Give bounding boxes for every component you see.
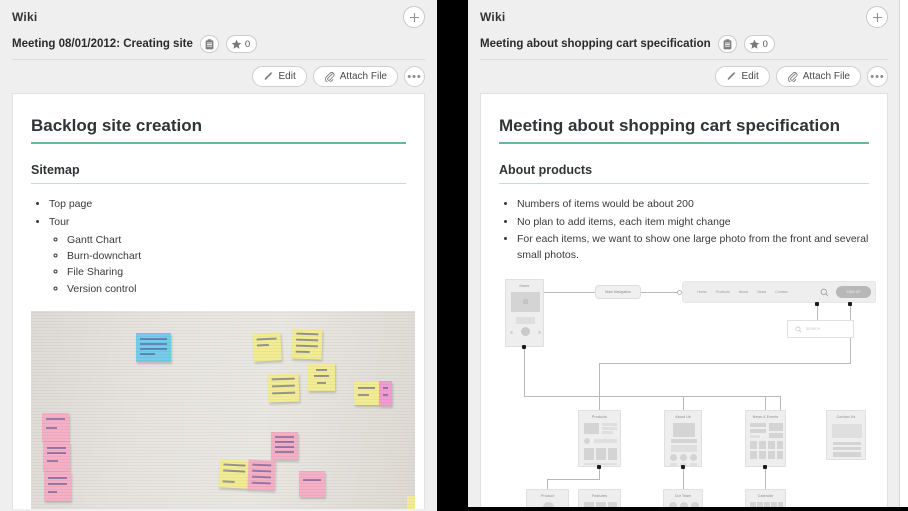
doc-title: Backlog site creation [31,116,203,135]
wiki-panel-left: Wiki Meeting 08/01/2012: Creating site 0… [0,0,437,511]
diagram-node-label: Product [540,494,555,499]
star-count: 0 [762,38,768,50]
about-products-list: Numbers of items would be about 200 No p… [499,196,869,263]
list-item: Numbers of items would be about 200 [517,196,869,212]
plus-icon [409,12,419,22]
section-underline [31,183,406,185]
diagram-node-label: Our Team [674,494,692,499]
list-item-label: Tour [49,215,70,228]
signup-button-mock[interactable]: SIGN UP [836,286,871,299]
doc-section-heading: Sitemap [31,163,80,178]
star-button[interactable]: 0 [743,35,775,53]
search-icon [795,326,802,333]
clipboard-button[interactable] [717,35,737,53]
diagram-node-label: Features [592,494,607,499]
search-field-placeholder: SEARCH [806,327,821,332]
list-item: Gantt Chart [67,232,406,248]
screen: Wiki Meeting 08/01/2012: Creating site 0… [0,0,908,511]
main-navigation-node: Main Navigation [595,285,641,300]
nav-item-news: News [757,290,767,295]
list-item: Tour Gantt Chart Burn-downchart File Sha… [49,214,406,297]
diagram-node-label: Home [519,284,530,289]
clipboard-icon [723,38,732,49]
wiki-content-card-right: Meeting about shopping cart specificatio… [480,93,888,509]
pencil-icon [264,71,273,80]
star-count: 0 [244,38,251,50]
bottom-black-bar [468,507,908,511]
more-options-button[interactable]: ••• [867,66,888,87]
list-item: Version control [67,281,406,297]
diagram-node-label: Calendar [757,494,774,499]
nav-item-products: Products [715,290,730,295]
star-button[interactable]: 0 [225,35,258,53]
sitemap-list: Top page Tour Gantt Chart Burn-downchart… [31,196,406,297]
attach-file-label: Attach File [802,71,850,82]
nav-item-contact: Contact [775,290,788,295]
clipboard-icon [205,38,214,49]
paperclip-icon [787,72,798,82]
breadcrumb: Wiki [480,10,506,24]
panel-header-left: Wiki [12,0,425,32]
attach-file-button[interactable]: Attach File [775,66,861,87]
diagram-node-label: Contact Us [836,415,856,420]
right-edge-fill [900,0,908,507]
wiki-panel-right: Wiki Meeting about shopping cart specifi… [468,0,900,511]
doc-title: Meeting about shopping cart specificatio… [499,116,840,135]
diagram-node-label: About Us [675,415,691,420]
add-page-button[interactable] [403,6,425,28]
nav-item-about: About [738,290,749,295]
edit-button[interactable]: Edit [714,66,770,87]
clipboard-button[interactable] [199,35,219,53]
more-options-button[interactable]: ••• [404,66,425,87]
list-item: File Sharing [67,264,406,280]
page-title-row-left: Meeting 08/01/2012: Creating site 0 [12,32,425,58]
list-item: No plan to add items, each item might ch… [517,214,869,230]
list-item: Burn-downchart [67,248,406,264]
list-item: Top page [49,196,406,212]
plus-icon [872,12,882,22]
star-icon [749,39,759,49]
list-item: For each items, we want to show one larg… [517,231,869,264]
toolbar-right: Edit Attach File ••• [480,60,888,93]
add-page-button[interactable] [866,6,888,28]
breadcrumb: Wiki [12,10,38,24]
list-item-label: Top page [49,198,93,211]
toolbar-left: Edit Attach File ••• [12,60,425,93]
section-underline [499,183,869,185]
panel-header-right: Wiki [480,0,888,32]
attach-file-label: Attach File [339,71,387,82]
pencil-icon [727,71,736,80]
attach-file-button[interactable]: Attach File [312,66,398,87]
sitemap-diagram: Home Main Navigation Home Products About… [499,277,883,509]
page-title: Meeting 08/01/2012: Creating site [12,38,193,50]
edit-button[interactable]: Edit [251,66,307,87]
page-title: Meeting about shopping cart specificatio… [480,38,711,50]
wiki-content-card-left: Backlog site creation Sitemap Top page T… [12,93,425,509]
sticky-notes-photo [31,310,415,509]
star-icon [231,39,242,49]
page-title-row-right: Meeting about shopping cart specificatio… [480,32,888,58]
search-icon [820,289,829,297]
search-field-mock[interactable]: SEARCH [787,320,854,339]
right-edge-divider [899,0,900,507]
doc-section-heading: About products [499,163,593,178]
edit-label: Edit [741,71,759,82]
edit-label: Edit [278,71,296,82]
title-underline [499,142,869,145]
title-underline [31,142,406,145]
paperclip-icon [324,72,335,82]
nav-item-home: Home [697,290,707,295]
diagram-node-label: Products [592,415,607,420]
sitemap-sublist: Gantt Chart Burn-downchart File Sharing … [49,232,406,297]
diagram-node-label: News & Events [752,415,779,420]
